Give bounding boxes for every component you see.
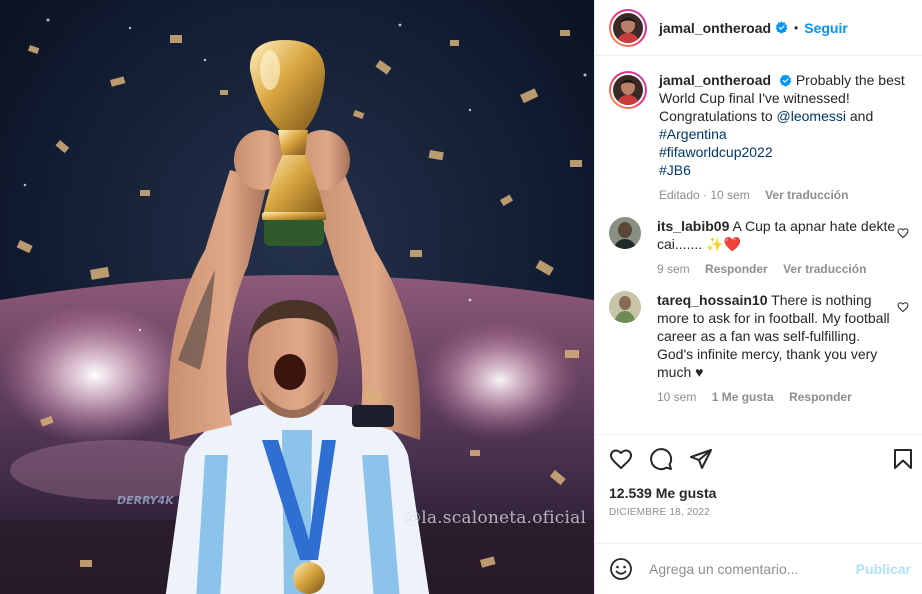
comment-body: tareq_hossain10 There is nothing more to… bbox=[657, 291, 897, 405]
comment-input[interactable] bbox=[649, 561, 856, 577]
author-avatar[interactable] bbox=[609, 8, 647, 47]
comment-username[interactable]: tareq_hossain10 bbox=[657, 292, 768, 308]
comment-username[interactable]: its_labib09 bbox=[657, 218, 729, 234]
comment-body: its_labib09 A Cup ta apnar hate dekte ca… bbox=[657, 217, 897, 277]
comment-translate-link[interactable]: Ver traducción bbox=[783, 262, 866, 276]
caption-text-2: and bbox=[849, 108, 874, 124]
caption-meta: Editado · 10 sem Ver traducción bbox=[659, 187, 909, 203]
post-actions: 12.539 Me gusta DICIEMBRE 18, 2022 bbox=[595, 434, 922, 544]
likes-count[interactable]: 12.539 Me gusta bbox=[609, 485, 909, 501]
share-icon[interactable] bbox=[689, 447, 713, 471]
instagram-post: DERRY4K @la.scaloneta.oficial jamal_onth… bbox=[0, 0, 922, 594]
caption-avatar[interactable] bbox=[609, 71, 647, 109]
author-username[interactable]: jamal_ontheroad bbox=[659, 20, 771, 36]
caption-avatar-photo bbox=[613, 75, 643, 105]
post-date: DICIEMBRE 18, 2022 bbox=[609, 507, 710, 518]
image-watermark: @la.scaloneta.oficial bbox=[404, 508, 587, 528]
comment-time: 9 sem bbox=[657, 262, 690, 276]
image-artist-mark: DERRY4K bbox=[117, 494, 174, 507]
comment-meta: 10 sem 1 Me gusta Responder bbox=[657, 389, 897, 405]
hashtag-argentina[interactable]: #Argentina bbox=[659, 126, 727, 142]
commenter-avatar[interactable] bbox=[609, 217, 641, 249]
follow-button[interactable]: Seguir bbox=[804, 20, 848, 36]
heart-icon[interactable] bbox=[609, 447, 633, 471]
hashtag-fifaworldcup2022[interactable]: #fifaworldcup2022 bbox=[659, 144, 773, 160]
author-avatar-photo bbox=[613, 12, 643, 43]
emoji-icon[interactable] bbox=[609, 557, 633, 581]
post-side-panel: jamal_ontheroad • Seguir jamal_ontheroad… bbox=[594, 0, 922, 594]
caption-translate-link[interactable]: Ver traducción bbox=[765, 188, 848, 202]
save-icon[interactable] bbox=[891, 447, 915, 471]
caption-username[interactable]: jamal_ontheroad bbox=[659, 72, 771, 88]
publish-button[interactable]: Publicar bbox=[856, 561, 911, 577]
comment-item: its_labib09 A Cup ta apnar hate dekte ca… bbox=[609, 217, 909, 277]
hashtag-jb6[interactable]: #JB6 bbox=[659, 162, 691, 178]
caption: jamal_ontheroad Probably the best World … bbox=[609, 71, 909, 203]
comment-meta: 9 sem Responder Ver traducción bbox=[657, 261, 897, 277]
caption-edited-label: Editado · 10 sem bbox=[659, 188, 750, 202]
post-header: jamal_ontheroad • Seguir bbox=[595, 0, 922, 56]
caption-mention[interactable]: @leomessi bbox=[777, 108, 846, 124]
verified-badge-icon bbox=[779, 74, 792, 87]
action-icons bbox=[609, 435, 912, 483]
like-comment-heart-icon[interactable] bbox=[897, 227, 909, 239]
commenter-avatar-photo bbox=[609, 217, 641, 249]
caption-body: jamal_ontheroad Probably the best World … bbox=[659, 71, 909, 203]
add-comment-bar: Publicar bbox=[595, 543, 922, 594]
post-photo bbox=[0, 0, 594, 594]
post-image[interactable]: DERRY4K @la.scaloneta.oficial bbox=[0, 0, 594, 594]
comments-section: jamal_ontheroad Probably the best World … bbox=[595, 57, 922, 435]
reply-button[interactable]: Responder bbox=[789, 390, 852, 404]
comment-icon[interactable] bbox=[649, 447, 673, 471]
commenter-avatar[interactable] bbox=[609, 291, 641, 323]
header-separator: • bbox=[794, 20, 799, 35]
comment-emoji: ✨❤️ bbox=[706, 236, 741, 252]
comment-likes[interactable]: 1 Me gusta bbox=[712, 390, 774, 404]
comment-item: tareq_hossain10 There is nothing more to… bbox=[609, 291, 909, 405]
reply-button[interactable]: Responder bbox=[705, 262, 768, 276]
commenter-avatar-photo bbox=[609, 291, 641, 323]
verified-badge-icon bbox=[775, 21, 788, 34]
comment-time: 10 sem bbox=[657, 390, 697, 404]
like-comment-heart-icon[interactable] bbox=[897, 301, 909, 313]
